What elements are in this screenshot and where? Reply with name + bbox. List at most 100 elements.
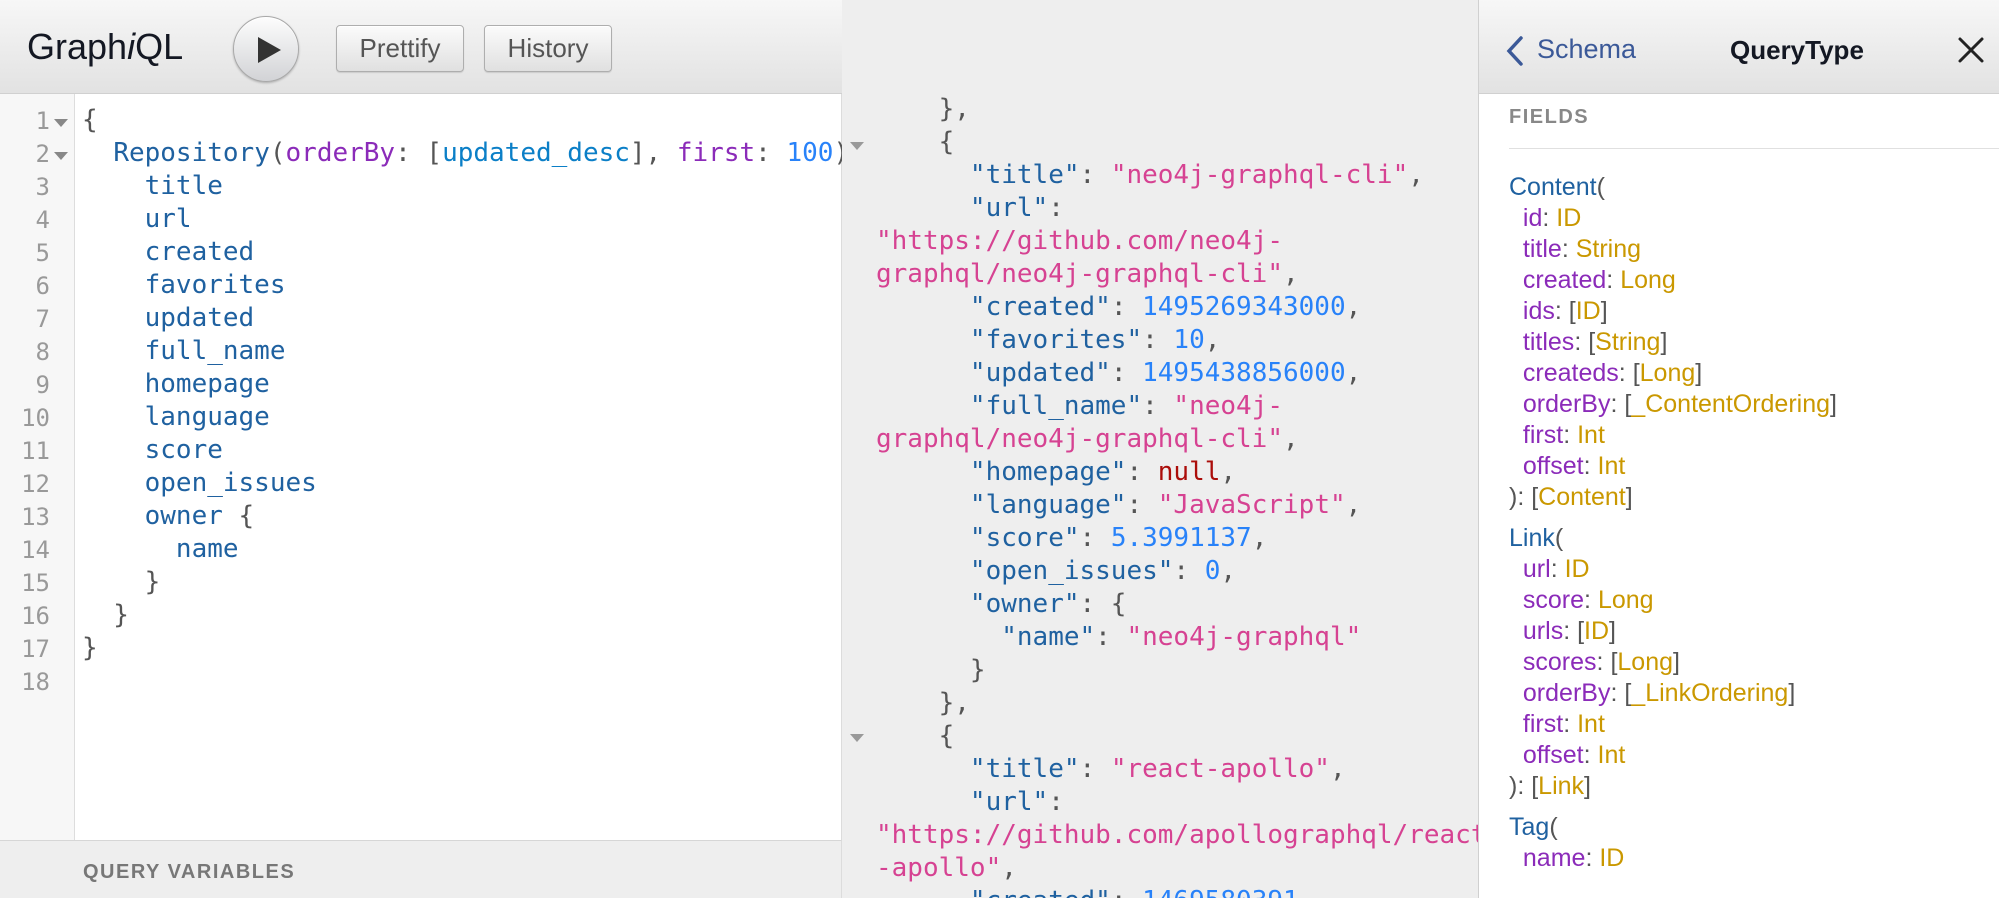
- code-token: : [: [1574, 328, 1596, 356]
- code-token: "title": [969, 754, 1080, 784]
- code-token: (: [1596, 173, 1605, 201]
- code-token: name: [1522, 844, 1586, 872]
- documentation-explorer: Schema QueryType FIELDS Content( id: ID …: [1478, 0, 1999, 898]
- line-number: 13: [21, 503, 50, 531]
- code-token: ID: [1556, 204, 1582, 232]
- line-number: 11: [21, 437, 50, 465]
- code-token: ,: [1251, 523, 1268, 553]
- code-token: "name": [1001, 622, 1096, 652]
- code-token: first: [1522, 710, 1564, 738]
- doc-field-arg: first: Int: [1509, 710, 1605, 739]
- execute-query-button[interactable]: [233, 16, 299, 82]
- doc-back-label: Schema: [1537, 34, 1637, 64]
- code-token: ): [: [1509, 772, 1539, 800]
- code-token: :: [1583, 741, 1598, 769]
- code-token: :: [1126, 490, 1158, 520]
- code-token: :: [1563, 421, 1578, 449]
- code-token: "favorites": [969, 325, 1143, 355]
- fold-arrow-icon[interactable]: [850, 734, 864, 742]
- fold-arrow-icon[interactable]: [54, 152, 68, 160]
- code-token: : [: [395, 138, 443, 168]
- doc-field-arg: title: String: [1509, 235, 1641, 264]
- code-token: :: [1095, 622, 1127, 652]
- line-number: 6: [35, 272, 50, 300]
- code-token: "language": [969, 490, 1127, 520]
- line-number: 18: [21, 668, 50, 696]
- line-number: 16: [21, 602, 50, 630]
- code-token: (: [1549, 813, 1558, 841]
- code-token: first: [1522, 421, 1564, 449]
- code-token: ID: [1584, 617, 1610, 645]
- code-token: "neo4j-graphql": [1126, 622, 1362, 652]
- fold-arrow-icon[interactable]: [850, 142, 864, 150]
- result-line: "url":: [876, 193, 1064, 223]
- doc-field-arg: orderBy: [_ContentOrdering]: [1509, 390, 1837, 419]
- code-token: Long: [1620, 266, 1676, 294]
- doc-back-link[interactable]: Schema: [1505, 34, 1637, 66]
- history-button[interactable]: History: [484, 25, 612, 72]
- code-token: null: [1157, 457, 1221, 487]
- close-icon[interactable]: [1957, 36, 1985, 64]
- doc-explorer-header: Schema QueryType: [1479, 0, 1999, 94]
- code-token: ,: [1345, 490, 1362, 520]
- code-token: },: [876, 94, 970, 124]
- fields-section-title: FIELDS: [1509, 106, 1590, 128]
- result-line: "owner": {: [876, 589, 1127, 619]
- result-line: "https://github.com/neo4j-: [876, 226, 1283, 256]
- code-token: title: [1522, 235, 1562, 263]
- result-viewer[interactable]: }, { "title": "neo4j-graphql-cli", "url"…: [842, 0, 1478, 898]
- code-token: ]: [1600, 297, 1608, 325]
- doc-field-arg: scores: [Long]: [1509, 648, 1680, 677]
- code-token: 1495438856000: [1142, 358, 1346, 388]
- code-token: ]: [1584, 772, 1591, 800]
- code-token: ]: [1788, 679, 1796, 707]
- code-token: Long: [1639, 359, 1696, 387]
- doc-field-arg: ids: [ID]: [1509, 297, 1608, 326]
- prettify-button[interactable]: Prettify: [336, 25, 464, 72]
- code-token: ,: [1204, 325, 1221, 355]
- result-line: "open_issues": 0,: [876, 556, 1236, 586]
- result-line: {: [876, 721, 955, 751]
- code-token: ,: [1345, 292, 1362, 322]
- result-line: "score": 5.3991137,: [876, 523, 1267, 553]
- fold-arrow-icon[interactable]: [54, 119, 68, 127]
- query-editor[interactable]: 1 2 3 4 5 6 7 8 9 10 11 12 13 14 15 16 17 18 { Repository…: [0, 94, 849, 840]
- code-token: scores: [1522, 648, 1597, 676]
- code-token: 1469580391: [1142, 886, 1299, 898]
- code-token: owner: [82, 501, 223, 531]
- code-token: ]: [1660, 328, 1668, 356]
- code-token: _LinkOrdering: [1631, 679, 1789, 707]
- result-line: graphql/neo4j-graphql-cli",: [876, 259, 1299, 289]
- doc-field-arg: ): [Link]: [1509, 772, 1591, 801]
- doc-field-arg: offset: Int: [1509, 741, 1625, 770]
- query-variables-toggle[interactable]: QUERY VARIABLES: [0, 840, 842, 898]
- doc-field-arg: created: Long: [1509, 266, 1676, 295]
- doc-field-arg: urls: [ID]: [1509, 617, 1616, 646]
- code-token: :: [1142, 325, 1174, 355]
- line-number: 4: [35, 206, 50, 234]
- code-token: :: [1563, 710, 1578, 738]
- code-token: {: [876, 721, 955, 751]
- doc-field-arg: first: Int: [1509, 421, 1605, 450]
- code-token: (: [1554, 524, 1564, 552]
- query-line: favorites: [82, 270, 286, 300]
- code-token: {: [876, 127, 955, 157]
- query-line: open_issues: [82, 468, 317, 498]
- code-token: ,: [1345, 358, 1362, 388]
- code-token: titles: [1522, 328, 1575, 356]
- code-token: :: [1079, 754, 1111, 784]
